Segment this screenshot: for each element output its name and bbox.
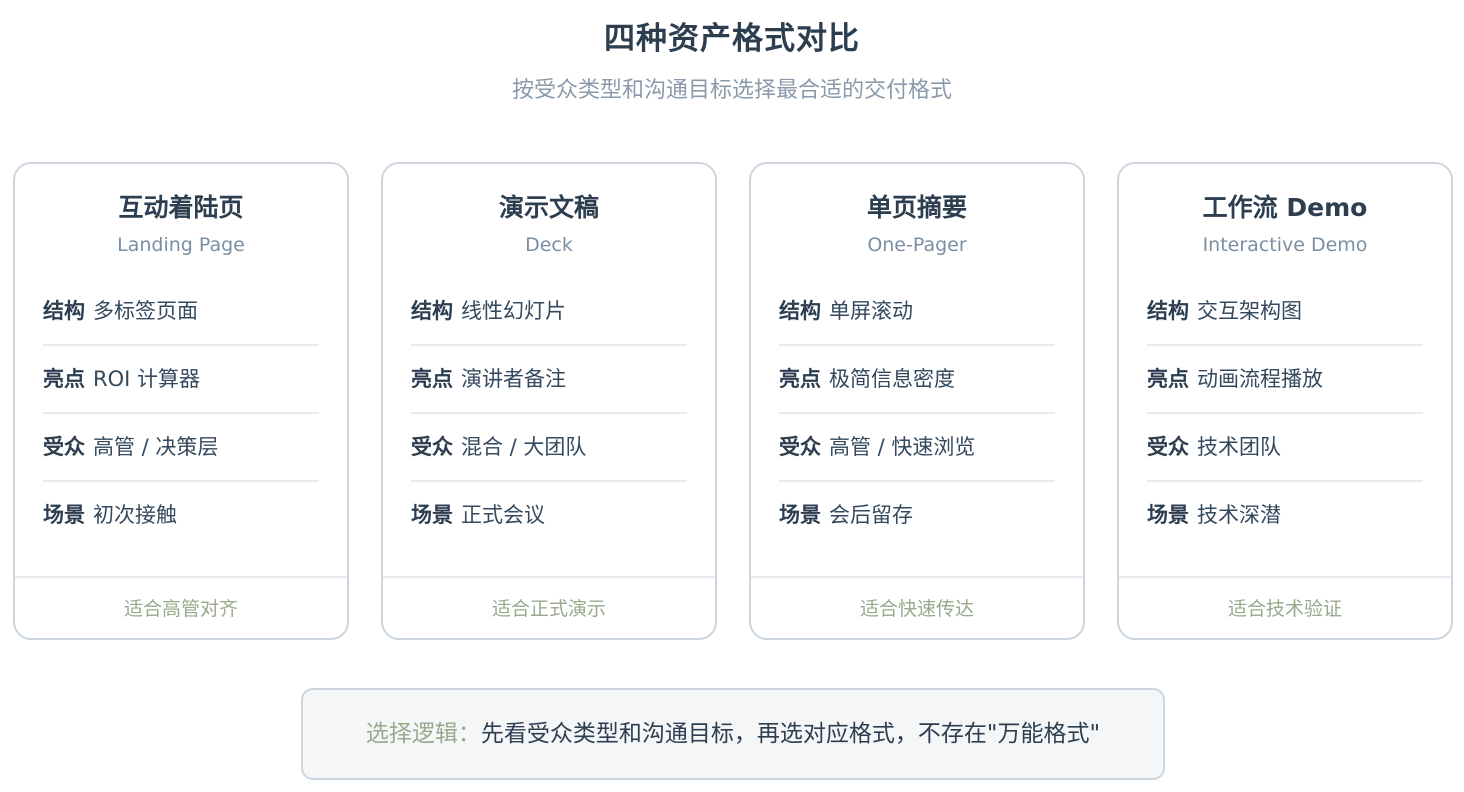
attribute-key: 结构 <box>43 299 85 323</box>
attribute-row-audience: 受众 混合 / 大团队 <box>411 414 687 482</box>
format-card-one-pager: 单页摘要 One-Pager 结构 单屏滚动 亮点 极简信息密度 受众 高管 /… <box>749 162 1085 640</box>
card-title: 单页摘要 <box>866 193 967 222</box>
attribute-key: 亮点 <box>779 367 821 391</box>
attribute-row-highlight: 亮点 演讲者备注 <box>411 346 687 414</box>
attribute-value: 多标签页面 <box>93 299 198 323</box>
attribute-row-highlight: 亮点 动画流程播放 <box>1147 346 1423 414</box>
attribute-value: 极简信息密度 <box>829 367 955 391</box>
attribute-key: 受众 <box>43 435 85 459</box>
attribute-row-structure: 结构 线性幻灯片 <box>411 278 687 346</box>
card-footer: 适合技术验证 <box>1119 576 1451 640</box>
attribute-value: ROI 计算器 <box>93 367 200 391</box>
attribute-row-audience: 受众 高管 / 快速浏览 <box>779 414 1055 482</box>
attribute-key: 场景 <box>779 503 821 527</box>
attribute-value: 线性幻灯片 <box>461 299 566 323</box>
attribute-key: 亮点 <box>411 367 453 391</box>
format-card-interactive-demo: 工作流 Demo Interactive Demo 结构 交互架构图 亮点 动画… <box>1117 162 1453 640</box>
attribute-key: 场景 <box>411 503 453 527</box>
attribute-key: 亮点 <box>43 367 85 391</box>
attribute-value: 演讲者备注 <box>461 367 566 391</box>
page-title: 四种资产格式对比 <box>604 21 860 57</box>
card-subtitle: Deck <box>525 234 573 256</box>
attribute-value: 高管 / 快速浏览 <box>829 435 976 459</box>
attribute-value: 交互架构图 <box>1197 299 1302 323</box>
attribute-row-scenario: 场景 会后留存 <box>779 482 1055 548</box>
card-title: 互动着陆页 <box>118 193 244 222</box>
attribute-key: 亮点 <box>1147 367 1189 391</box>
attribute-key: 结构 <box>1147 299 1189 323</box>
page-subtitle: 按受众类型和沟通目标选择最合适的交付格式 <box>511 78 952 103</box>
attribute-key: 场景 <box>1147 503 1189 527</box>
attribute-row-structure: 结构 单屏滚动 <box>779 278 1055 346</box>
attribute-row-highlight: 亮点 极简信息密度 <box>779 346 1055 414</box>
format-cards: 互动着陆页 Landing Page 结构 多标签页面 亮点 ROI 计算器 受… <box>13 162 1453 640</box>
attribute-value: 高管 / 决策层 <box>93 435 219 459</box>
attribute-value: 技术深潜 <box>1197 503 1281 527</box>
attribute-value: 正式会议 <box>461 503 545 527</box>
attribute-row-audience: 受众 技术团队 <box>1147 414 1423 482</box>
attribute-row-audience: 受众 高管 / 决策层 <box>43 414 319 482</box>
note-label: 选择逻辑： <box>365 721 481 747</box>
card-attribute-list: 结构 多标签页面 亮点 ROI 计算器 受众 高管 / 决策层 场景 初次接触 <box>43 278 319 548</box>
attribute-row-structure: 结构 交互架构图 <box>1147 278 1423 346</box>
attribute-key: 结构 <box>779 299 821 323</box>
card-subtitle: Landing Page <box>117 234 245 256</box>
attribute-key: 受众 <box>1147 435 1189 459</box>
format-card-deck: 演示文稿 Deck 结构 线性幻灯片 亮点 演讲者备注 受众 混合 / 大团队 … <box>381 162 717 640</box>
attribute-value: 技术团队 <box>1197 435 1281 459</box>
attribute-row-scenario: 场景 初次接触 <box>43 482 319 548</box>
format-card-landing-page: 互动着陆页 Landing Page 结构 多标签页面 亮点 ROI 计算器 受… <box>13 162 349 640</box>
card-footer: 适合高管对齐 <box>15 576 347 640</box>
attribute-key: 场景 <box>43 503 85 527</box>
attribute-value: 动画流程播放 <box>1197 367 1323 391</box>
card-attribute-list: 结构 单屏滚动 亮点 极简信息密度 受众 高管 / 快速浏览 场景 会后留存 <box>779 278 1055 548</box>
attribute-value: 会后留存 <box>829 503 913 527</box>
attribute-key: 结构 <box>411 299 453 323</box>
card-footer: 适合快速传达 <box>751 576 1083 640</box>
attribute-value: 初次接触 <box>93 503 177 527</box>
card-attribute-list: 结构 线性幻灯片 亮点 演讲者备注 受众 混合 / 大团队 场景 正式会议 <box>411 278 687 548</box>
card-title: 演示文稿 <box>498 193 599 222</box>
card-footer: 适合正式演示 <box>383 576 715 640</box>
card-subtitle: Interactive Demo <box>1202 234 1368 256</box>
note-text: 先看受众类型和沟通目标，再选对应格式，不存在"万能格式" <box>480 721 1101 747</box>
selection-logic-note: 选择逻辑：先看受众类型和沟通目标，再选对应格式，不存在"万能格式" <box>301 688 1165 780</box>
attribute-row-scenario: 场景 正式会议 <box>411 482 687 548</box>
card-attribute-list: 结构 交互架构图 亮点 动画流程播放 受众 技术团队 场景 技术深潜 <box>1147 278 1423 548</box>
attribute-value: 混合 / 大团队 <box>461 435 587 459</box>
card-title: 工作流 Demo <box>1202 193 1368 222</box>
attribute-row-highlight: 亮点 ROI 计算器 <box>43 346 319 414</box>
attribute-key: 受众 <box>779 435 821 459</box>
attribute-row-structure: 结构 多标签页面 <box>43 278 319 346</box>
card-subtitle: One-Pager <box>867 234 967 256</box>
attribute-value: 单屏滚动 <box>829 299 913 323</box>
attribute-row-scenario: 场景 技术深潜 <box>1147 482 1423 548</box>
attribute-key: 受众 <box>411 435 453 459</box>
